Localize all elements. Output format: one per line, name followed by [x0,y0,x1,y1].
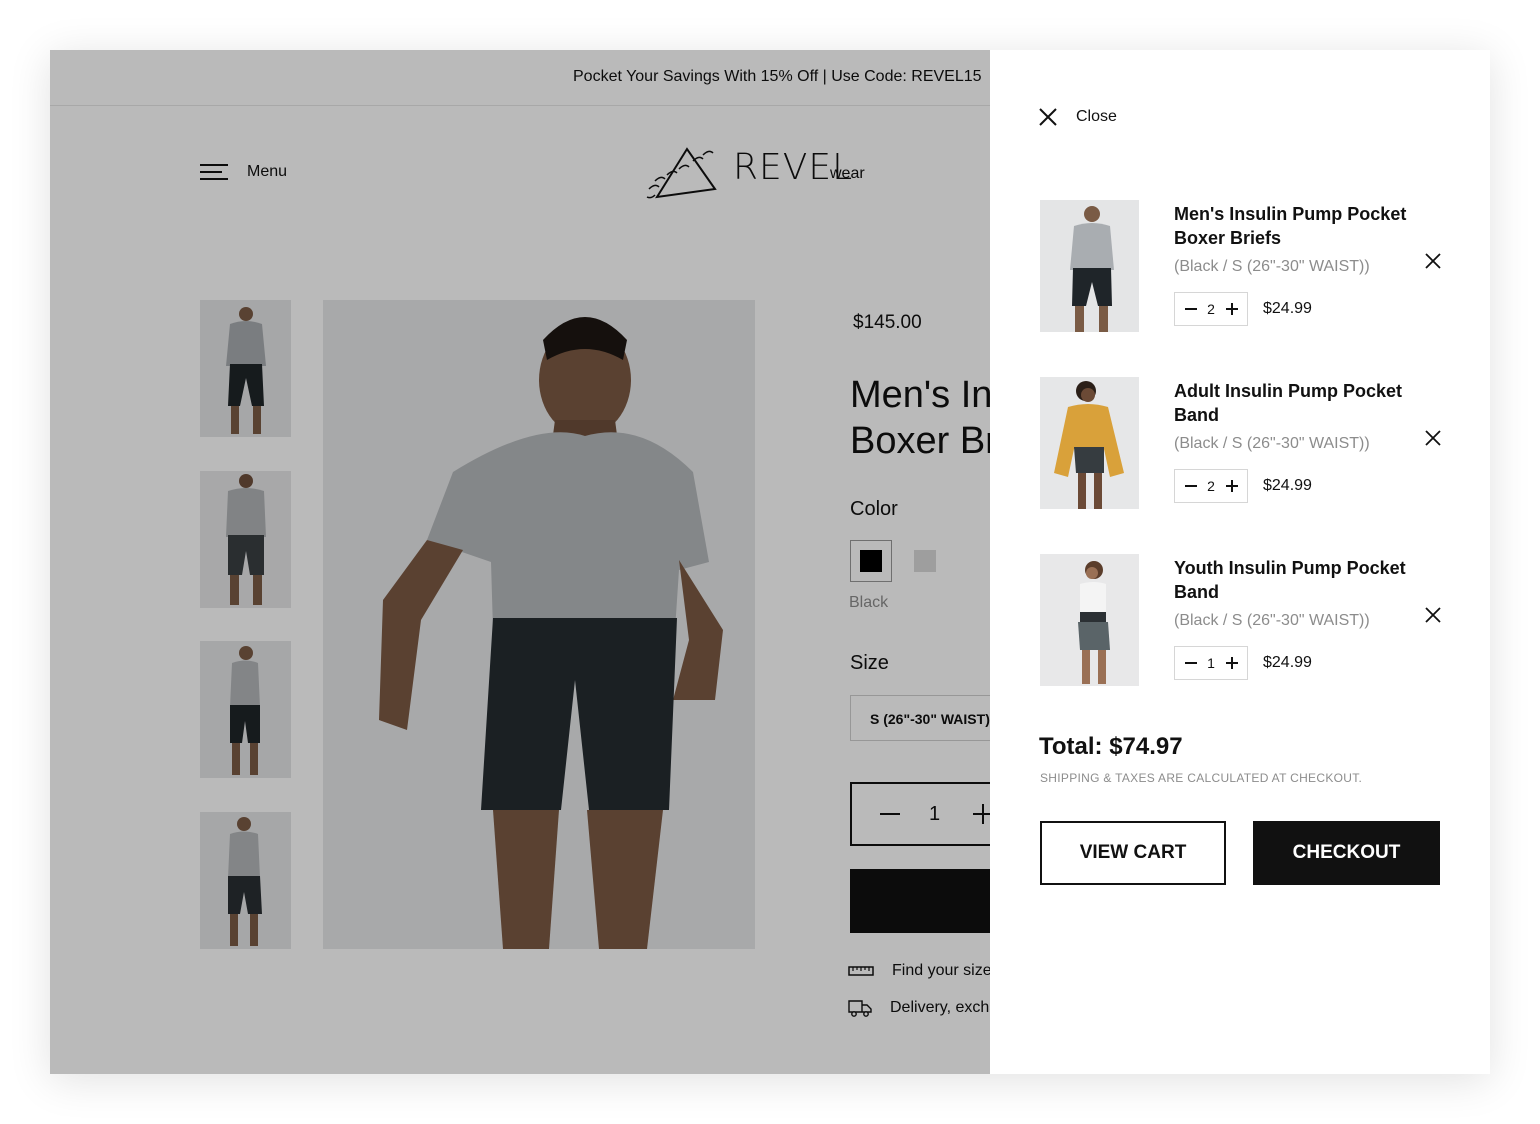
quantity-stepper[interactable]: 2 [1174,469,1248,503]
cart-drawer: Close Men's Insulin Pump Pocket Boxer Br… [990,50,1490,1074]
cart-item-name[interactable]: Youth Insulin Pump Pocket Band [1174,556,1414,604]
quantity-stepper[interactable]: 2 [1174,292,1248,326]
close-label: Close [1076,108,1117,125]
cart-item-name[interactable]: Men's Insulin Pump Pocket Boxer Briefs [1174,202,1414,250]
cart-item: Men's Insulin Pump Pocket Boxer Briefs (… [1040,200,1450,332]
cart-item-price: $24.99 [1263,477,1312,494]
cart-item-image[interactable] [1040,377,1139,509]
remove-icon[interactable] [1424,429,1442,447]
close-icon [1039,108,1057,126]
plus-icon[interactable] [1226,657,1238,669]
remove-icon[interactable] [1424,606,1442,624]
cart-total: Total: $74.97 [1039,733,1183,760]
page-overlay[interactable] [50,50,990,1074]
shipping-note: SHIPPING & TAXES ARE CALCULATED AT CHECK… [1040,771,1363,785]
remove-icon[interactable] [1424,252,1442,270]
cart-item-price: $24.99 [1263,300,1312,317]
quantity-stepper[interactable]: 1 [1174,646,1248,680]
checkout-button[interactable]: CHECKOUT [1253,821,1440,885]
cart-item-image[interactable] [1040,200,1139,332]
browser-frame: Pocket Your Savings With 15% Off | Use C… [50,50,1490,1074]
cart-item-variant: (Black / S (26"-30" WAIST)) [1174,435,1370,452]
plus-icon[interactable] [1226,303,1238,315]
close-button[interactable]: Close [1039,108,1117,126]
cart-item: Youth Insulin Pump Pocket Band (Black / … [1040,554,1450,686]
cart-item-variant: (Black / S (26"-30" WAIST)) [1174,258,1370,275]
plus-icon[interactable] [1226,480,1238,492]
cart-item-name[interactable]: Adult Insulin Pump Pocket Band [1174,379,1414,427]
cart-item: Adult Insulin Pump Pocket Band (Black / … [1040,377,1450,509]
view-cart-button[interactable]: VIEW CART [1040,821,1226,885]
cart-item-image[interactable] [1040,554,1139,686]
cart-item-variant: (Black / S (26"-30" WAIST)) [1174,612,1370,629]
cart-item-price: $24.99 [1263,654,1312,671]
